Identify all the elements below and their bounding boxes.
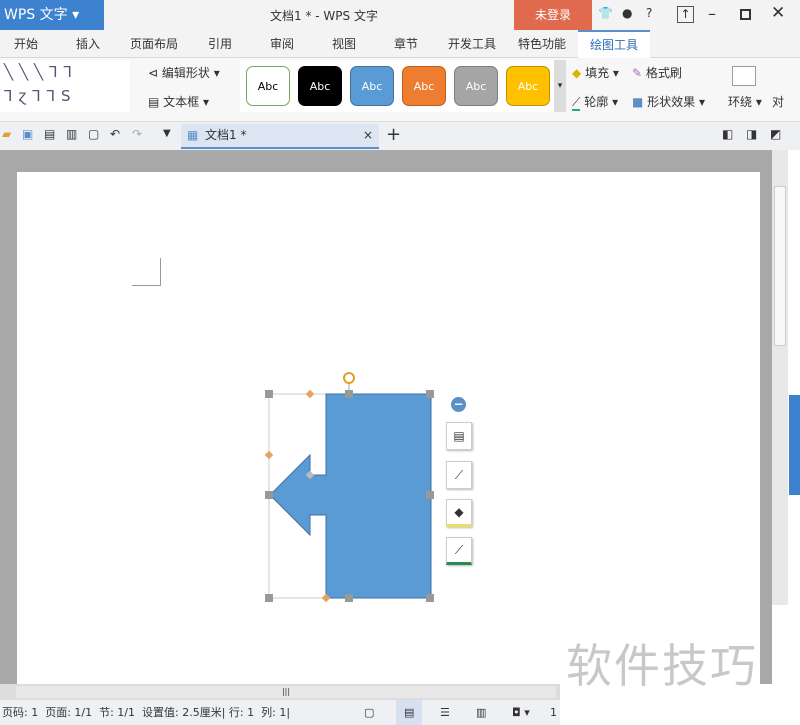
- resize-handle[interactable]: [426, 390, 434, 398]
- vertical-scroll-thumb[interactable]: [774, 186, 786, 346]
- zoom-level[interactable]: 1: [550, 700, 557, 725]
- side-panel-toggle[interactable]: [789, 395, 800, 495]
- outline-view-icon[interactable]: ☰: [440, 700, 450, 725]
- status-section: 节: 1/1: [99, 706, 136, 719]
- horizontal-scroll-thumb[interactable]: |||: [16, 686, 556, 698]
- resize-handle[interactable]: [265, 491, 273, 499]
- page-view-icon[interactable]: ▤: [396, 700, 423, 725]
- resize-handle[interactable]: [265, 390, 273, 398]
- vertical-scrollbar[interactable]: [772, 150, 788, 605]
- shape-layer: [268, 372, 432, 599]
- fullscreen-view-icon[interactable]: ▢: [364, 700, 374, 725]
- shape-style-5[interactable]: Abc: [454, 66, 498, 106]
- resize-handle[interactable]: [345, 594, 353, 602]
- fill-color-icon[interactable]: ◆: [446, 499, 472, 527]
- resize-handle[interactable]: [426, 491, 434, 499]
- collapse-float-toolbar-icon[interactable]: −: [451, 397, 466, 412]
- horizontal-scrollbar[interactable]: |||: [0, 684, 560, 700]
- status-row: 行: 1: [228, 706, 255, 719]
- watermark: 软件技巧: [566, 639, 758, 693]
- shape-style-2[interactable]: Abc: [298, 66, 342, 106]
- web-view-icon[interactable]: ▥: [476, 700, 486, 725]
- status-col: 列: 1: [261, 706, 287, 719]
- status-setting[interactable]: 设置值: 2.5厘米: [142, 706, 222, 719]
- shape-style-4[interactable]: Abc: [402, 66, 446, 106]
- outline-color-icon[interactable]: ⟋: [446, 537, 472, 565]
- wrap-layout-icon[interactable]: ▤: [446, 422, 472, 450]
- resize-handle[interactable]: [426, 594, 434, 602]
- resize-handle[interactable]: [345, 390, 353, 398]
- resize-handle[interactable]: [265, 594, 273, 602]
- status-pages: 页面: 1/1: [45, 706, 93, 719]
- shape-style-6[interactable]: Abc: [506, 66, 550, 106]
- reading-mode-icon[interactable]: ◘ ▾: [512, 700, 530, 725]
- status-bar: 页码: 1 页面: 1/1 节: 1/1 设置值: 2.5厘米| 行: 1 列:…: [0, 700, 560, 725]
- status-page-number: 页码: 1: [2, 706, 39, 719]
- rotate-handle-icon[interactable]: [343, 372, 355, 384]
- shape-style-1[interactable]: Abc: [246, 66, 290, 106]
- edit-shape-icon[interactable]: ⟋: [446, 461, 472, 489]
- shape-style-3[interactable]: Abc: [350, 66, 394, 106]
- left-arrow-callout-shape[interactable]: [269, 393, 432, 599]
